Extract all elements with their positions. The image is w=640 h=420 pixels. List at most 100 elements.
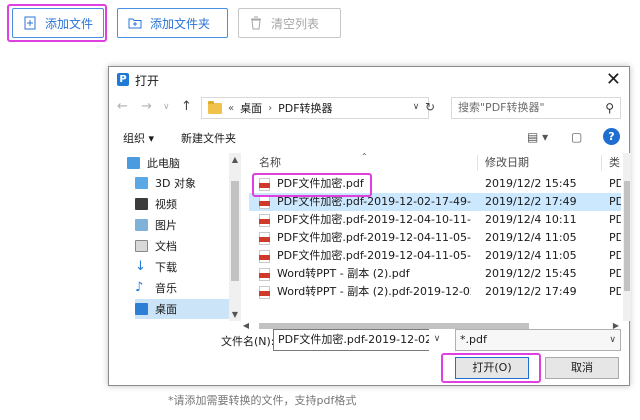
filename-input[interactable]: PDF文件加密.pdf-2019-12-02-1	[273, 329, 445, 351]
file-type: PD	[609, 285, 621, 298]
trash-icon	[249, 16, 263, 30]
address-row: ← → ∨ ↑ « 桌面 › PDF转换器 ∨ ↻ 搜索"PDF转换器" ⚲	[109, 97, 629, 121]
add-folder-icon	[128, 16, 142, 30]
cancel-button[interactable]: 取消	[545, 357, 619, 379]
nav-item-this-pc[interactable]: 此电脑	[127, 153, 180, 173]
navigation-pane: 此电脑 3D 对象 视频 图片 文档 ↓ 下载 ♪ 音乐 桌面	[109, 153, 241, 321]
nav-item-desktop[interactable]: 桌面	[135, 299, 229, 319]
up-arrow-icon[interactable]: ↑	[181, 99, 192, 114]
column-header-type[interactable]: 类	[609, 153, 620, 173]
file-row[interactable]: PDF文件加密.pdf-2019-12-04-11-05-5... 2019/1…	[249, 247, 621, 265]
nav-item-downloads[interactable]: ↓ 下载	[135, 257, 177, 277]
column-divider[interactable]	[601, 155, 602, 171]
file-name: PDF文件加密.pdf-2019-12-04-11-05-5...	[277, 249, 471, 262]
address-bar[interactable]: « 桌面 › PDF转换器	[201, 97, 429, 119]
filename-dropdown-icon[interactable]: ∨	[429, 329, 445, 351]
file-date: 2019/12/4 11:05	[485, 249, 577, 262]
search-icon: ⚲	[605, 101, 614, 115]
open-button-highlight	[441, 353, 541, 383]
file-date: 2019/12/2 17:49	[485, 285, 577, 298]
recent-dropdown-icon[interactable]: ∨	[163, 102, 170, 112]
download-icon: ↓	[135, 259, 146, 274]
pdf-file-icon	[259, 214, 270, 227]
file-row[interactable]: Word转PPT - 副本 (2).pdf-2019-12-02... 2019…	[249, 283, 621, 301]
nav-item-label: 图片	[155, 219, 177, 232]
cube-icon	[135, 177, 148, 189]
sort-indicator-icon: ⌃	[361, 153, 368, 161]
breadcrumb-desktop[interactable]: 桌面	[240, 100, 262, 116]
back-arrow-icon[interactable]: ←	[117, 99, 128, 114]
file-type-filter[interactable]: *.pdf ∨	[455, 329, 621, 351]
document-icon	[135, 240, 148, 252]
file-type: PD	[609, 267, 621, 280]
column-divider[interactable]	[477, 155, 478, 171]
nav-item-music[interactable]: ♪ 音乐	[135, 278, 177, 298]
column-header-date[interactable]: 修改日期	[485, 153, 529, 173]
file-row[interactable]: PDF文件加密.pdf-2019-12-04-10-11-5... 2019/1…	[249, 211, 621, 229]
file-type: PD	[609, 177, 621, 190]
nav-item-label: 视频	[155, 198, 177, 211]
nav-item-label: 桌面	[155, 303, 177, 316]
file-list-scrollbar[interactable]	[623, 153, 631, 321]
nav-item-label: 文档	[155, 240, 177, 253]
video-icon	[135, 198, 148, 210]
scroll-down-icon[interactable]: ▼	[229, 310, 241, 319]
folder-icon	[208, 100, 222, 114]
file-type: PD	[609, 249, 621, 262]
nav-item-documents[interactable]: 文档	[135, 236, 177, 256]
file-type-filter-value: *.pdf	[460, 333, 487, 346]
filename-label: 文件名(N):	[221, 335, 275, 348]
nav-item-label: 3D 对象	[155, 177, 196, 190]
dialog-title: 打开	[135, 74, 160, 88]
file-name: Word转PPT - 副本 (2).pdf-2019-12-02...	[277, 285, 471, 298]
new-folder-button[interactable]: 新建文件夹	[181, 130, 236, 146]
column-header-name[interactable]: 名称	[259, 153, 281, 173]
close-icon[interactable]: ✕	[606, 69, 621, 90]
file-row[interactable]: Word转PPT - 副本 (2).pdf 2019/12/2 15:45 PD	[249, 265, 621, 283]
add-file-highlight	[7, 4, 107, 42]
add-folder-label: 添加文件夹	[150, 16, 211, 31]
app-icon: P	[117, 73, 129, 86]
pdf-file-icon	[259, 196, 270, 209]
computer-icon	[127, 157, 140, 169]
image-icon	[135, 219, 148, 231]
music-icon: ♪	[135, 280, 144, 295]
scroll-left-icon[interactable]: ◀	[241, 321, 251, 330]
refresh-icon[interactable]: ↻	[421, 97, 439, 119]
hint-text: *请添加需要转换的文件，支持pdf格式	[168, 394, 357, 407]
search-input[interactable]: 搜索"PDF转换器" ⚲	[451, 97, 621, 119]
help-icon[interactable]: ?	[603, 128, 620, 145]
view-options-icon[interactable]: ▤ ▾	[527, 130, 548, 144]
nav-item-label: 音乐	[155, 282, 177, 295]
file-date: 2019/12/2 15:45	[485, 177, 577, 190]
nav-item-pictures[interactable]: 图片	[135, 215, 177, 235]
pdf-file-icon	[259, 268, 270, 281]
nav-scrollbar[interactable]: ▲ ▼	[229, 153, 241, 321]
organize-menu[interactable]: 组织 ▾	[123, 130, 154, 146]
breadcrumb-separator: ›	[268, 102, 273, 114]
chevron-down-icon: ∨	[609, 335, 616, 345]
file-type: PD	[609, 195, 621, 208]
breadcrumb-overflow[interactable]: «	[228, 103, 234, 114]
file-type: PD	[609, 231, 621, 244]
file-name: Word转PPT - 副本 (2).pdf	[277, 267, 410, 280]
nav-item-videos[interactable]: 视频	[135, 194, 177, 214]
dialog-titlebar: P 打开 ✕	[109, 67, 629, 93]
pdf-file-icon	[259, 232, 270, 245]
forward-arrow-icon[interactable]: →	[141, 99, 152, 114]
add-folder-button[interactable]: 添加文件夹	[117, 8, 228, 38]
file-row[interactable]: PDF文件加密.pdf-2019-12-04-11-05-3... 2019/1…	[249, 229, 621, 247]
selected-file-highlight	[252, 173, 372, 197]
file-list-scroll-thumb[interactable]	[624, 181, 630, 291]
preview-pane-icon[interactable]: ▢	[571, 130, 582, 144]
nav-item-3d-objects[interactable]: 3D 对象	[135, 173, 196, 193]
nav-scroll-thumb[interactable]	[231, 181, 239, 281]
search-placeholder: 搜索"PDF转换器"	[458, 101, 545, 114]
clear-list-label: 清空列表	[271, 16, 320, 31]
file-name: PDF文件加密.pdf-2019-12-04-10-11-5...	[277, 213, 471, 226]
clear-list-button[interactable]: 清空列表	[238, 8, 341, 38]
scroll-up-icon[interactable]: ▲	[229, 155, 241, 164]
desktop-icon	[135, 303, 148, 315]
breadcrumb-current[interactable]: PDF转换器	[278, 100, 332, 116]
nav-item-label: 下载	[155, 261, 177, 274]
